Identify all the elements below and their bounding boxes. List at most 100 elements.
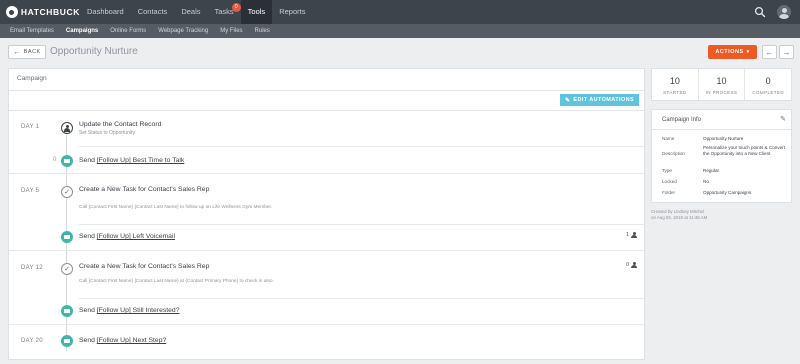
back-button-label: BACK — [23, 49, 41, 55]
assignee-number: 0 — [626, 262, 630, 268]
info-value: Personalize your touch points & Convert … — [703, 145, 785, 156]
step-prefix: Send — [79, 157, 97, 164]
send-email-step[interactable]: Send [Follow Up] Next Step? — [79, 337, 166, 344]
stat-completed[interactable]: 0 COMPLETED — [745, 69, 791, 100]
nav-contacts[interactable]: Contacts — [131, 0, 175, 24]
task-check-icon: ✓ — [61, 186, 73, 198]
divider — [79, 224, 644, 225]
nav-deals[interactable]: Deals — [174, 0, 207, 24]
campaign-info-card: Campaign Info ✎ Name Opportunity Nurture… — [651, 109, 792, 203]
subnav-rules[interactable]: Rules — [249, 24, 276, 38]
nav-tasks-label: Tasks — [214, 7, 234, 16]
brand-name: HATCHBUCK — [20, 7, 80, 17]
email-template-link[interactable]: [Follow Up] Still Interested? — [97, 307, 180, 314]
edit-automations-label: EDIT AUTOMATIONS — [573, 97, 635, 103]
wait-count: 0 — [53, 157, 57, 163]
day-label: DAY 20 — [21, 338, 43, 344]
step-description: Call {Contact First Name} {Contact Last … — [79, 205, 273, 210]
campaign-stats: 10 STARTED 10 IN PROCESS 0 COMPLETED — [651, 68, 792, 101]
step-description: Call {Contact First Name} {Contact Last … — [79, 279, 274, 284]
created-on: on Aug 06, 2018 at 11:48 AM — [651, 215, 708, 220]
user-icon — [631, 232, 638, 238]
step-prefix: Send — [79, 307, 97, 314]
stat-value: 10 — [716, 76, 727, 86]
edit-automations-button[interactable]: ✎ EDIT AUTOMATIONS — [560, 94, 639, 106]
info-key: Type — [662, 168, 672, 173]
info-key: Name — [662, 136, 675, 141]
tools-subnav: Email Templates Campaigns Online Forms W… — [0, 24, 800, 38]
send-email-step[interactable]: Send [Follow Up] Best Time to Talk — [79, 157, 184, 164]
email-icon — [61, 335, 73, 347]
step-title[interactable]: Create a New Task for Contact's Sales Re… — [79, 263, 209, 270]
previous-campaign-button[interactable]: ← — [762, 45, 777, 59]
created-by-note: Created by Lindsey Mitchel on Aug 06, 20… — [651, 209, 707, 221]
email-icon — [61, 155, 73, 167]
send-email-step[interactable]: Send [Follow Up] Left Voicemail — [79, 233, 175, 240]
campaign-panel: Campaign ✎ EDIT AUTOMATIONS DAY 1 Update… — [8, 68, 645, 360]
info-value: Opportunity Campaigns — [703, 190, 752, 195]
arrow-left-icon: ← — [13, 48, 21, 56]
info-value: Opportunity Nurture — [703, 136, 744, 141]
subnav-online-forms[interactable]: Online Forms — [104, 24, 152, 38]
tasks-count-badge: 0 — [231, 3, 241, 12]
subnav-my-files[interactable]: My Files — [214, 24, 248, 38]
stat-label: STARTED — [663, 90, 687, 95]
nav-dashboard[interactable]: Dashboard — [80, 0, 131, 24]
assignee-number: 1 — [626, 232, 630, 238]
actions-button[interactable]: ACTIONS ▾ — [708, 45, 757, 59]
subnav-webpage-tracking[interactable]: Webpage Tracking — [152, 24, 214, 38]
divider — [79, 298, 644, 299]
divider — [9, 173, 644, 174]
task-check-icon: ✓ — [61, 263, 73, 275]
back-button[interactable]: ← BACK — [8, 45, 46, 59]
step-prefix: Send — [79, 233, 97, 240]
assignee-count: 0 — [626, 262, 638, 268]
step-subtitle: Set Status to Opportunity — [79, 130, 135, 136]
stat-started[interactable]: 10 STARTED — [652, 69, 699, 100]
divider — [9, 324, 644, 325]
campaign-info-header: Campaign Info ✎ — [652, 110, 791, 130]
user-icon — [631, 262, 638, 268]
stat-value: 10 — [669, 76, 680, 86]
info-value: No — [703, 179, 709, 184]
step-prefix: Send — [79, 337, 97, 344]
divider — [9, 250, 644, 251]
info-key: Folder — [662, 190, 676, 195]
divider — [9, 110, 644, 111]
update-contact-icon — [61, 122, 73, 134]
subnav-campaigns[interactable]: Campaigns — [60, 24, 104, 38]
user-avatar[interactable] — [777, 5, 791, 19]
stat-label: COMPLETED — [752, 90, 784, 95]
stat-label: IN PROCESS — [705, 90, 738, 95]
top-navbar: HATCHBUCK Dashboard Contacts Deals Tasks… — [0, 0, 800, 24]
send-email-step[interactable]: Send [Follow Up] Still Interested? — [79, 307, 180, 314]
arrow-right-icon: → — [782, 47, 791, 57]
search-icon[interactable] — [754, 6, 766, 18]
day-label: DAY 12 — [21, 265, 43, 271]
divider — [79, 146, 644, 147]
email-template-link[interactable]: [Follow Up] Best Time to Talk — [97, 157, 185, 164]
nav-tasks[interactable]: Tasks 0 — [208, 0, 241, 24]
campaign-info-title: Campaign Info — [662, 117, 702, 123]
next-campaign-button[interactable]: → — [779, 45, 794, 59]
stat-value: 0 — [765, 76, 771, 86]
day-label: DAY 1 — [21, 124, 40, 130]
actions-button-label: ACTIONS — [715, 49, 744, 55]
nav-reports[interactable]: Reports — [272, 0, 312, 24]
info-key: Description — [662, 151, 685, 156]
pencil-icon: ✎ — [564, 97, 571, 104]
step-title[interactable]: Create a New Task for Contact's Sales Re… — [79, 186, 209, 193]
info-value: Regular — [703, 168, 720, 173]
email-template-link[interactable]: [Follow Up] Left Voicemail — [97, 233, 175, 240]
assignee-count: 1 — [626, 232, 638, 238]
edit-pencil-icon[interactable]: ✎ — [780, 110, 786, 130]
email-template-link[interactable]: [Follow Up] Next Step? — [97, 337, 167, 344]
email-icon — [61, 231, 73, 243]
nav-tools[interactable]: Tools — [240, 0, 273, 24]
subnav-email-templates[interactable]: Email Templates — [4, 24, 60, 38]
step-title[interactable]: Update the Contact Record — [79, 121, 161, 128]
brand-logo[interactable]: HATCHBUCK — [6, 6, 80, 18]
day-label: DAY 5 — [21, 188, 40, 194]
info-key: Locked — [662, 179, 677, 184]
stat-in-process[interactable]: 10 IN PROCESS — [699, 69, 746, 100]
